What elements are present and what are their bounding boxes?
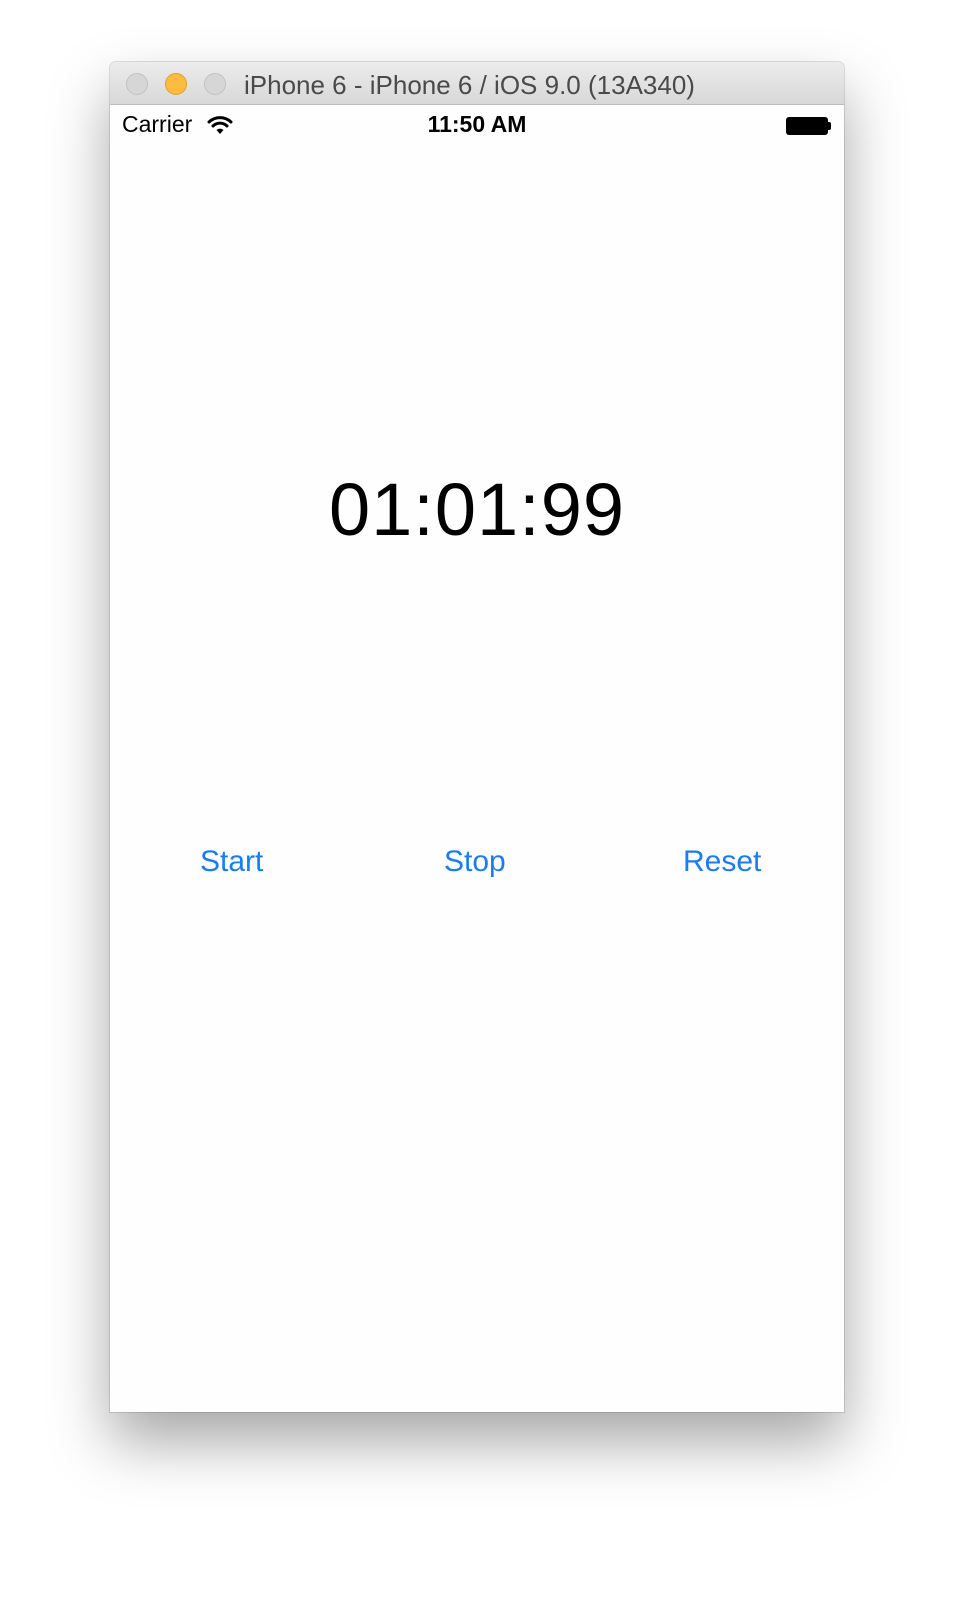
battery-icon (786, 117, 828, 135)
stop-button[interactable]: Stop (444, 845, 506, 879)
window-title: iPhone 6 - iPhone 6 / iOS 9.0 (13A340) (244, 70, 695, 100)
zoom-window-button[interactable] (204, 73, 226, 95)
minimize-window-button[interactable] (165, 73, 187, 95)
ios-status-bar: Carrier 11:50 AM (110, 106, 844, 146)
start-button[interactable]: Start (200, 845, 263, 879)
close-window-button[interactable] (126, 73, 148, 95)
status-time: 11:50 AM (427, 111, 527, 137)
window-titlebar[interactable]: iPhone 6 - iPhone 6 / iOS 9.0 (13A340) (110, 62, 844, 105)
battery-tip (828, 122, 831, 130)
simulator-window: iPhone 6 - iPhone 6 / iOS 9.0 (13A340) C… (110, 62, 844, 1412)
reset-button[interactable]: Reset (683, 845, 761, 879)
stopwatch-display: 01:01:99 (328, 468, 626, 551)
